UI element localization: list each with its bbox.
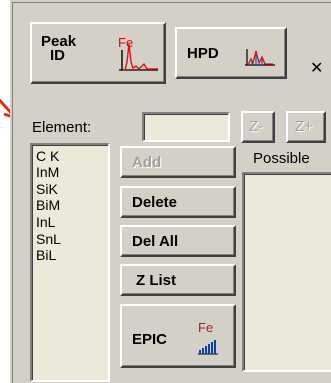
possible-listbox[interactable] xyxy=(242,172,331,372)
delete-button[interactable]: Delete xyxy=(120,186,236,218)
list-item[interactable]: InL xyxy=(36,214,55,230)
add-button[interactable]: Add xyxy=(120,146,236,178)
element-label: Element: xyxy=(32,119,92,136)
list-item[interactable]: SnL xyxy=(36,231,61,247)
z-list-button[interactable]: Z List xyxy=(120,264,236,296)
hpd-label: HPD xyxy=(187,45,219,62)
list-item[interactable]: BiL xyxy=(36,247,56,263)
possible-label: Possible xyxy=(253,150,310,167)
list-item[interactable]: InM xyxy=(36,164,59,180)
peak-id-button[interactable]: Peak ID Fe xyxy=(30,22,166,84)
list-item[interactable]: C K xyxy=(36,148,59,164)
list-item[interactable]: SiK xyxy=(36,181,58,197)
close-icon[interactable]: ✕ xyxy=(310,58,323,78)
epic-button[interactable]: EPIC Fe xyxy=(120,304,236,368)
z-minus-label: Z- xyxy=(249,118,264,135)
z-plus-button[interactable]: Z+ xyxy=(286,111,326,143)
list-item[interactable]: BiM xyxy=(36,197,60,213)
hpd-spectrum-icon xyxy=(245,49,275,66)
element-listbox[interactable]: C K InM SiK BiM InL SnL BiL xyxy=(30,143,110,382)
epic-label: EPIC xyxy=(132,331,168,348)
add-label: Add xyxy=(132,154,162,171)
delete-label: Delete xyxy=(132,194,178,211)
element-input[interactable] xyxy=(142,112,230,142)
del-all-button[interactable]: Del All xyxy=(120,225,236,257)
del-all-label: Del All xyxy=(132,233,179,250)
epic-fe-text: Fe xyxy=(198,320,214,335)
z-minus-button[interactable]: Z- xyxy=(241,111,275,143)
peak-id-label-line2: ID xyxy=(50,47,65,64)
hpd-button[interactable]: HPD xyxy=(175,27,287,79)
z-plus-label: Z+ xyxy=(295,118,313,135)
epic-chart-icon xyxy=(198,340,218,355)
spectrum-peak-icon xyxy=(119,43,158,71)
z-list-label: Z List xyxy=(136,272,176,289)
